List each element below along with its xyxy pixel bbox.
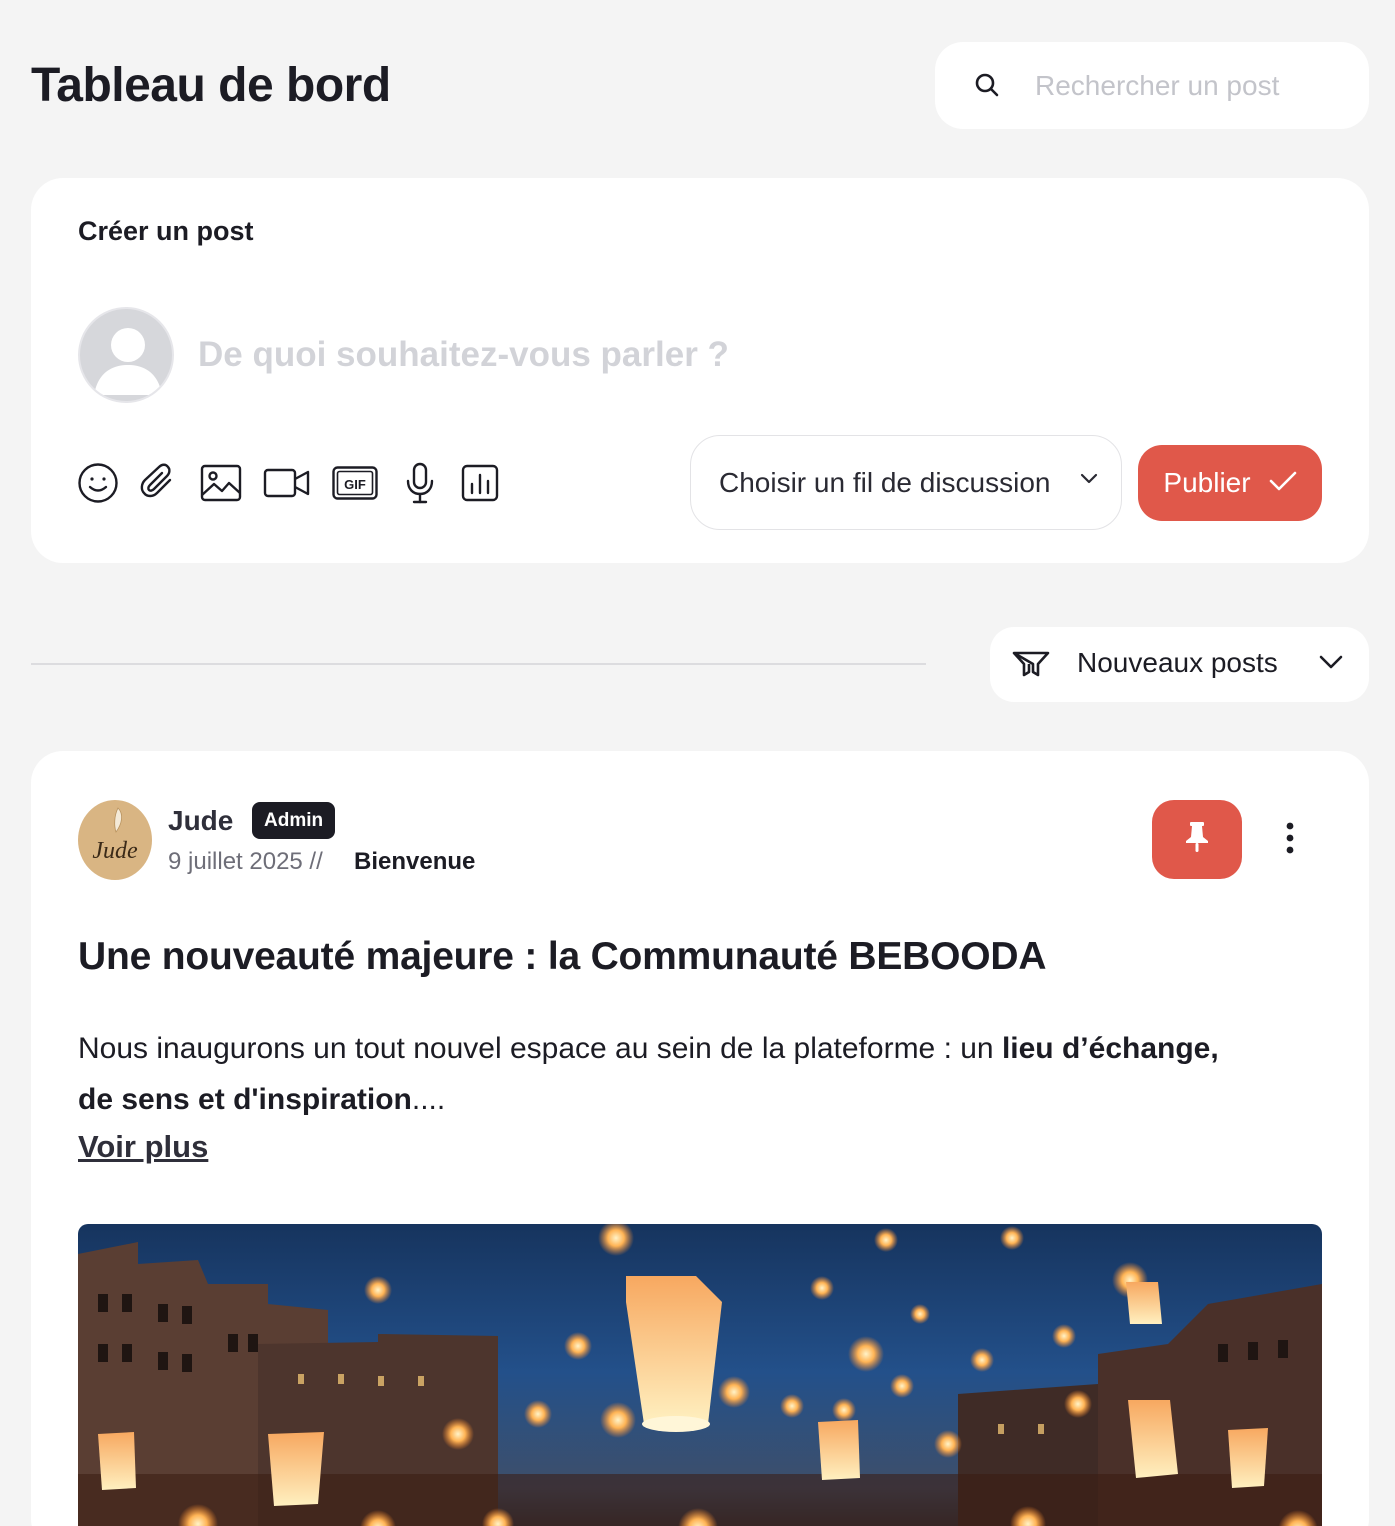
paperclip-icon[interactable] (139, 462, 179, 504)
post-card: Jude Jude Admin 9 juillet 2025 // Bienve… (31, 751, 1369, 1526)
post-excerpt: Nous inaugurons un tout nouvel espace au… (78, 1023, 1238, 1125)
search-input[interactable] (1035, 64, 1345, 108)
page-title: Tableau de bord (31, 59, 391, 112)
thread-select-label: Choisir un fil de discussion (719, 466, 1051, 498)
more-vertical-icon (1285, 822, 1295, 859)
image-icon[interactable] (200, 464, 242, 502)
sort-select[interactable]: Nouveaux posts (990, 627, 1369, 702)
check-icon (1269, 467, 1297, 499)
read-more-link[interactable]: Voir plus (78, 1129, 208, 1165)
post-composer-input[interactable] (198, 328, 1098, 382)
feather-icon (114, 807, 122, 833)
post-image[interactable] (78, 1224, 1322, 1526)
post-title: Une nouveauté majeure : la Communauté BE… (78, 935, 1047, 978)
thread-select[interactable]: Choisir un fil de discussion (690, 435, 1122, 530)
pin-icon (1184, 821, 1210, 858)
chevron-down-icon (1079, 472, 1099, 491)
composer-toolbar: GIF (77, 461, 499, 505)
create-post-title: Créer un post (78, 216, 254, 246)
chevron-down-icon (1318, 653, 1344, 676)
post-excerpt-start: Nous inaugurons un tout nouvel espace au… (78, 1032, 1002, 1065)
video-icon[interactable] (263, 467, 311, 499)
publish-label: Publier (1163, 467, 1251, 498)
post-date: 9 juillet 2025 // (168, 848, 323, 875)
publish-button[interactable]: Publier (1138, 445, 1322, 521)
filter-icon (1012, 650, 1050, 683)
sort-label: Nouveaux posts (1077, 647, 1278, 678)
search-bar[interactable] (935, 42, 1369, 129)
create-post-card: Créer un post De quoi souhaitez-vous par… (31, 178, 1369, 563)
search-icon (973, 71, 1001, 99)
poll-icon[interactable] (461, 464, 499, 502)
dashboard-page: Tableau de bord Créer un post (0, 0, 1395, 1526)
admin-badge: Admin (252, 802, 336, 839)
more-options-button[interactable] (1275, 822, 1305, 859)
microphone-icon[interactable] (405, 462, 435, 504)
gif-icon[interactable]: GIF (332, 466, 378, 500)
emoji-icon[interactable] (77, 462, 119, 504)
feed-divider (31, 663, 926, 665)
author-avatar[interactable]: Jude (78, 800, 152, 880)
pin-button[interactable] (1152, 800, 1242, 879)
author-name[interactable]: Jude (168, 805, 233, 837)
gif-label: GIF (344, 477, 366, 492)
post-thread-link[interactable]: Bienvenue (354, 848, 475, 876)
user-avatar-placeholder (78, 307, 174, 403)
post-excerpt-end: .... (411, 1083, 446, 1116)
